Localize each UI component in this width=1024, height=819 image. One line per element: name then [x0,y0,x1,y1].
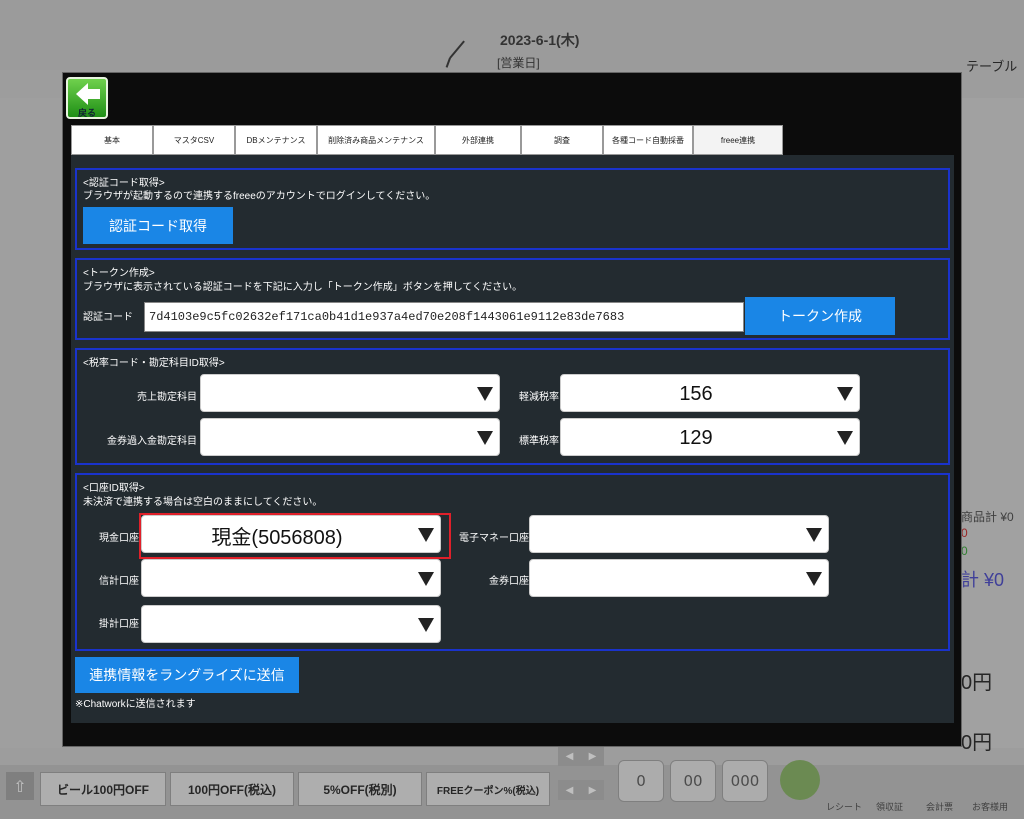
select-value [142,560,412,598]
select-value [201,419,471,457]
voucher-account-select[interactable] [529,559,829,597]
standard-tax-select[interactable]: 129 [560,418,860,456]
tab-freee[interactable]: freee連携 [693,125,783,155]
section-title: <トークン作成> [83,268,155,279]
tab-bar: 基本 マスタCSV DBメンテナンス 削除済み商品メンテナンス 外部連携 調査 … [71,125,783,155]
caret-down-icon [806,572,822,586]
caret-down-icon [418,618,434,632]
voucher-account-select[interactable] [200,418,500,456]
select-value [530,560,800,598]
create-token-button[interactable]: トークン作成 [745,297,895,335]
emoney-account-label: 電子マネー口座 [459,533,529,544]
select-value [530,516,800,554]
caret-down-icon [418,572,434,586]
tab-survey[interactable]: 調査 [521,125,603,155]
send-to-langrise-button[interactable]: 連携情報をラングライズに送信 [75,657,299,693]
sales-account-label: 売上勘定科目 [137,392,197,403]
credit-account-select[interactable] [141,559,441,597]
highlight-box [139,513,451,559]
emoney-account-select[interactable] [529,515,829,553]
voucher-account-label: 金券過入金勘定科目 [107,436,197,447]
tab-db-maintenance[interactable]: DBメンテナンス [235,125,317,155]
select-value [201,375,471,413]
auth-code-label: 認証コード [83,312,133,323]
auth-section: <認証コード取得> ブラウザが起動するので連携するfreeeのアカウントでログイ… [75,168,950,250]
section-title: <口座ID取得> [83,483,145,494]
reduced-tax-select[interactable]: 156 [560,374,860,412]
select-value [142,606,412,644]
freee-settings-panel: <認証コード取得> ブラウザが起動するので連携するfreeeのアカウントでログイ… [71,155,954,723]
chatwork-note: ※Chatworkに送信されます [75,699,196,710]
reduced-tax-label: 軽減税率 [519,392,559,403]
standard-tax-label: 標準税率 [519,436,559,447]
credit-account-label: 信計口座 [99,576,139,587]
get-auth-code-button[interactable]: 認証コード取得 [83,207,233,244]
select-value: 129 [679,426,713,449]
caret-down-icon [837,431,853,445]
section-desc: ブラウザが起動するので連携するfreeeのアカウントでログインしてください。 [83,191,436,202]
caret-down-icon [806,528,822,542]
caret-down-icon [837,387,853,401]
tab-external[interactable]: 外部連携 [435,125,521,155]
tab-deleted-products[interactable]: 削除済み商品メンテナンス [317,125,435,155]
back-button[interactable]: 戻る [66,77,108,119]
section-title: <税率コード・勘定科目ID取得> [83,358,225,369]
select-value: 156 [679,382,713,405]
tab-master-csv[interactable]: マスタCSV [153,125,235,155]
kake-account-label: 掛計口座 [99,619,139,630]
arrow-left-icon [76,83,100,105]
auth-code-input[interactable]: 7d4103e9c5fc02632ef171ca0b41d1e937a4ed70… [144,302,744,332]
voucher-account-label: 金券口座 [489,576,529,587]
tab-auto-numbering[interactable]: 各種コード自動採番 [603,125,693,155]
kake-account-select[interactable] [141,605,441,643]
section-desc: 未決済で連携する場合は空白のままにしてください。 [83,497,323,508]
sales-account-select[interactable] [200,374,500,412]
tab-basic[interactable]: 基本 [71,125,153,155]
cash-account-label: 現金口座 [99,533,139,544]
caret-down-icon [477,387,493,401]
settings-modal: 戻る 基本 マスタCSV DBメンテナンス 削除済み商品メンテナンス 外部連携 … [62,72,962,747]
caret-down-icon [477,431,493,445]
back-label: 戻る [77,108,96,118]
section-desc: ブラウザに表示されている認証コードを下記に入力し「トークン作成」ボタンを押してく… [83,282,523,293]
